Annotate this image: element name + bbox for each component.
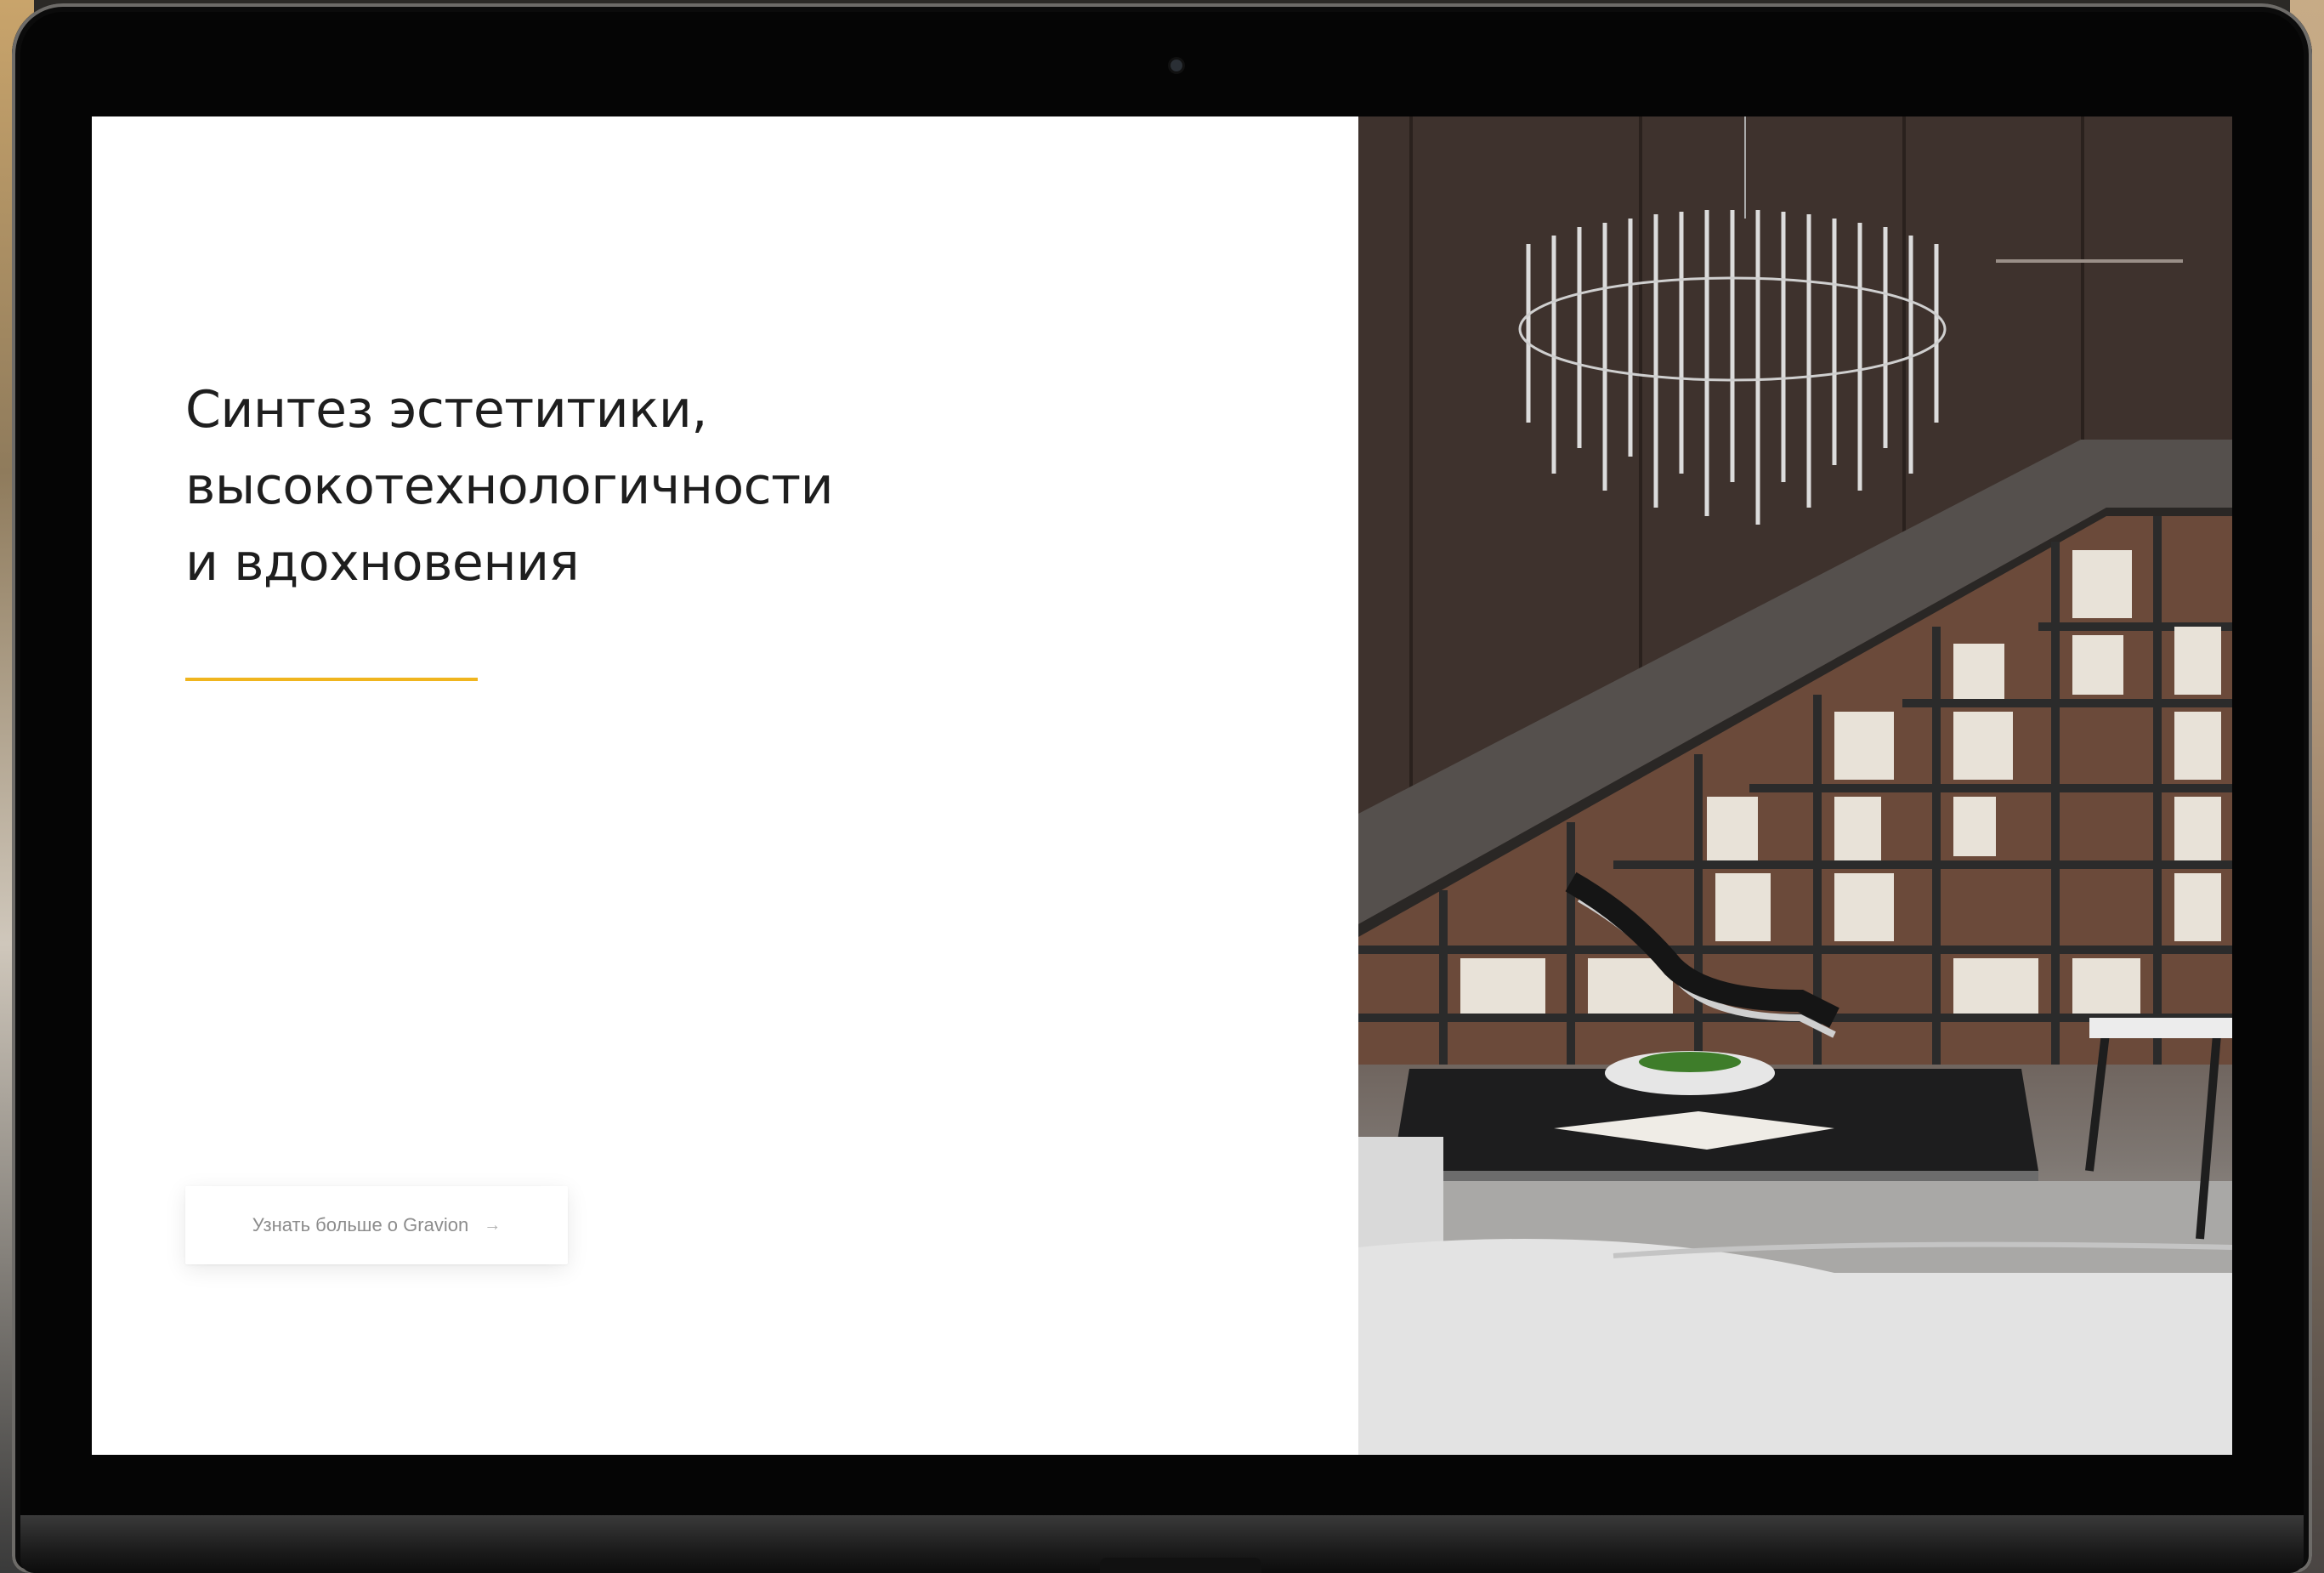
interior-illustration (1358, 116, 2232, 1455)
interior-photo (1358, 116, 2232, 1455)
website-screen: Синтез эстетитики, высокотехнологичности… (92, 116, 2232, 1455)
accent-divider (185, 678, 478, 681)
webcam (1171, 60, 1182, 71)
hero-headline: Синтез эстетитики, высокотехнологичности… (185, 372, 1035, 601)
hero-text-panel: Синтез эстетитики, высокотехнологичности… (92, 116, 1358, 1455)
learn-more-button[interactable]: Узнать больше о Gravion → (185, 1186, 568, 1264)
hero-headline-line-2: высокотехнологичности (185, 457, 834, 516)
hero-headline-line-1: Синтез эстетитики, (185, 380, 707, 440)
learn-more-label: Узнать больше о Gravion (252, 1214, 469, 1235)
laptop-base (20, 1515, 2304, 1573)
hero-headline-line-3: и вдохновения (185, 533, 580, 593)
laptop-base-notch (1100, 1558, 1261, 1573)
arrow-right-icon: → (484, 1215, 502, 1235)
